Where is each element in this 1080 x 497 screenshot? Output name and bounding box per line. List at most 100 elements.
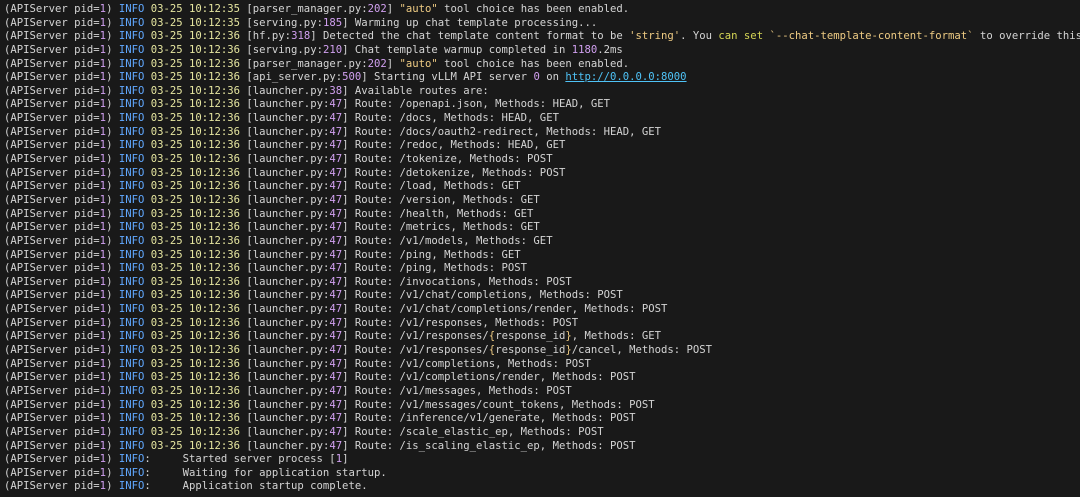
log-line: (APIServer pid=1) INFO: Started server p… (4, 453, 1080, 467)
log-text: (APIServer pid= (4, 180, 100, 193)
log-level: INFO (118, 425, 145, 438)
log-text: ] Route: /version, Methods: GET (342, 193, 540, 206)
log-level: INFO (118, 371, 145, 384)
log-number: 47 (329, 125, 343, 138)
log-text: (APIServer pid= (4, 357, 100, 370)
log-text: [serving.py: (240, 43, 323, 56)
log-number: 202 (367, 3, 387, 15)
log-line: (APIServer pid=1) INFO 03-25 10:12:35 [s… (4, 17, 1080, 31)
log-number: 500 (342, 71, 362, 84)
log-number: 47 (329, 221, 343, 234)
log-text: [launcher.py: (240, 84, 330, 97)
log-timestamp: 03-25 10:12:36 (150, 357, 241, 370)
log-text: ) (106, 71, 119, 84)
log-keyword: can set (718, 30, 764, 43)
log-level: INFO (118, 248, 145, 261)
log-timestamp: 03-25 10:12:36 (150, 98, 241, 111)
log-level: INFO (118, 289, 145, 302)
log-text: [launcher.py: (240, 193, 330, 206)
log-text: (APIServer pid= (4, 30, 100, 43)
log-line: (APIServer pid=1) INFO 03-25 10:12:36 [l… (4, 167, 1080, 181)
log-text: [launcher.py: (240, 262, 330, 275)
log-level: INFO (118, 30, 145, 43)
log-line: (APIServer pid=1) INFO 03-25 10:12:36 [l… (4, 180, 1080, 194)
terminal-output[interactable]: (APIServer pid=1) INFO 03-25 10:12:35 [p… (0, 0, 1080, 497)
log-text: ] Route: /ping, Methods: POST (342, 262, 528, 275)
log-line: (APIServer pid=1) INFO 03-25 10:12:35 [p… (4, 3, 1080, 17)
log-text: ) (106, 439, 119, 452)
log-text: [api_server.py: (240, 71, 343, 84)
log-text: ) (106, 207, 119, 220)
log-text: [launcher.py: (240, 153, 330, 166)
log-text: [launcher.py: (240, 180, 330, 193)
log-text: ) (106, 357, 119, 370)
log-level: INFO (118, 193, 145, 206)
log-string: "auto" (399, 3, 438, 15)
log-text: ) (106, 303, 119, 316)
log-text: (APIServer pid= (4, 412, 100, 425)
log-text: : Started server process [ (144, 453, 336, 466)
log-level: INFO (118, 344, 145, 357)
log-text: ) (106, 221, 119, 234)
log-line: (APIServer pid=1) INFO 03-25 10:12:36 [l… (4, 153, 1080, 167)
log-line: (APIServer pid=1) INFO 03-25 10:12:36 [l… (4, 358, 1080, 372)
log-text: [launcher.py: (240, 166, 330, 179)
log-text: ] Route: /docs, Methods: HEAD, GET (342, 112, 559, 125)
log-text: (APIServer pid= (4, 166, 100, 179)
log-line: (APIServer pid=1) INFO 03-25 10:12:36 [l… (4, 126, 1080, 140)
log-text: (APIServer pid= (4, 112, 100, 125)
log-level: INFO (118, 303, 145, 316)
log-text: [launcher.py: (240, 412, 330, 425)
log-level: INFO (118, 316, 145, 329)
log-line: (APIServer pid=1) INFO 03-25 10:12:36 [l… (4, 194, 1080, 208)
log-line: (APIServer pid=1) INFO 03-25 10:12:36 [l… (4, 208, 1080, 222)
log-line: (APIServer pid=1) INFO 03-25 10:12:36 [l… (4, 426, 1080, 440)
log-text: ) (106, 84, 119, 97)
log-level: INFO (118, 153, 145, 166)
log-text: [launcher.py: (240, 371, 330, 384)
log-level: INFO (118, 384, 145, 397)
log-timestamp: 03-25 10:12:36 (150, 425, 241, 438)
log-timestamp: 03-25 10:12:36 (150, 153, 241, 166)
log-text: ) (106, 248, 119, 261)
log-text: ) (106, 316, 119, 329)
log-text: [launcher.py: (240, 316, 330, 329)
log-text: ] Route: /v1/chat/completions, Methods: … (342, 289, 623, 302)
log-line: (APIServer pid=1) INFO 03-25 10:12:36 [l… (4, 317, 1080, 331)
log-text: ] Route: /health, Methods: GET (342, 207, 534, 220)
log-text: (APIServer pid= (4, 398, 100, 411)
log-line: (APIServer pid=1) INFO 03-25 10:12:36 [l… (4, 249, 1080, 263)
log-timestamp: 03-25 10:12:36 (150, 330, 241, 343)
log-timestamp: 03-25 10:12:36 (150, 384, 241, 397)
log-text: ] Warming up chat template processing... (342, 16, 598, 29)
log-number: 47 (329, 180, 343, 193)
log-text: [serving.py: (240, 16, 323, 29)
log-line: (APIServer pid=1) INFO: Application star… (4, 480, 1080, 494)
log-level: INFO (118, 180, 145, 193)
log-text: (APIServer pid= (4, 3, 100, 15)
log-text: ) (106, 166, 119, 179)
log-text: tool choice has been enabled. (437, 3, 630, 15)
server-url-link[interactable]: http://0.0.0.0:8000 (565, 71, 686, 83)
log-timestamp: 03-25 10:12:36 (150, 43, 241, 56)
log-text: [launcher.py: (240, 275, 330, 288)
log-string: "auto" (399, 57, 438, 70)
log-text: [launcher.py: (240, 425, 330, 438)
log-number: 47 (329, 234, 343, 247)
log-text: ] Route: /scale_elastic_ep, Methods: POS… (342, 425, 604, 438)
log-text: (APIServer pid= (4, 330, 100, 343)
log-text: ) (106, 262, 119, 275)
log-text: ] Chat template warmup completed in (342, 43, 572, 56)
log-line: (APIServer pid=1) INFO 03-25 10:12:36 [p… (4, 58, 1080, 72)
log-timestamp: 03-25 10:12:36 (150, 30, 241, 43)
log-text: ] Route: /v1/models, Methods: GET (342, 234, 553, 247)
log-text: [launcher.py: (240, 398, 330, 411)
log-level: INFO (118, 16, 145, 29)
log-number: 47 (329, 425, 343, 438)
log-timestamp: 03-25 10:12:36 (150, 275, 241, 288)
log-level: INFO (118, 112, 145, 125)
log-timestamp: 03-25 10:12:36 (150, 234, 241, 247)
log-timestamp: 03-25 10:12:35 (150, 3, 241, 15)
log-text: ) (106, 193, 119, 206)
log-text: ) (106, 289, 119, 302)
